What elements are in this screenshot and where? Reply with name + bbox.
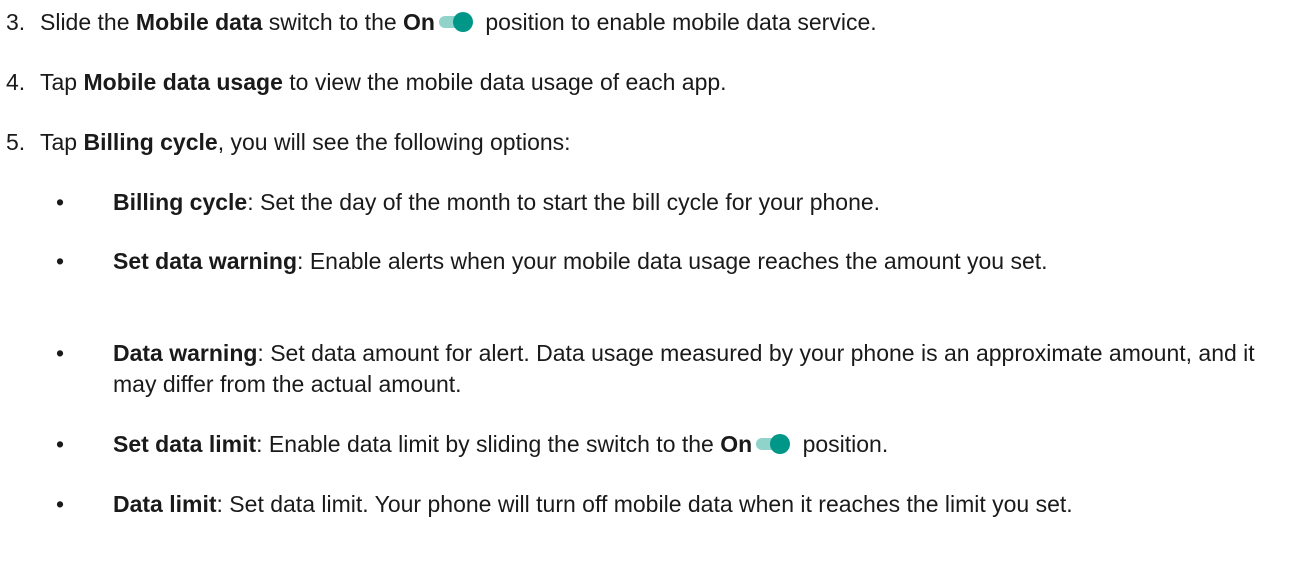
option-text: Data warning: Set data amount for alert.…: [113, 338, 1278, 400]
step-text-part: Tap: [40, 69, 84, 95]
option-item-data-limit: • Data limit: Set data limit. Your phone…: [56, 489, 1278, 520]
toggle-on-icon: [756, 433, 791, 455]
step-text-part: position to enable mobile data service.: [479, 9, 877, 35]
option-item-set-data-warning: • Set data warning: Enable alerts when y…: [56, 246, 1278, 277]
bullet-marker: •: [56, 491, 65, 517]
option-description: : Set the day of the month to start the …: [247, 189, 881, 215]
step-text: Tap Mobile data usage to view the mobile…: [40, 67, 727, 98]
step-number: 4.: [6, 69, 26, 95]
step-text-part: Tap: [40, 129, 84, 155]
step-bold-term: Mobile data usage: [83, 69, 283, 95]
step-bold-term: Mobile data: [135, 9, 263, 35]
option-item-set-data-limit: • Set data limit: Enable data limit by s…: [56, 429, 1278, 460]
step-number: 5.: [6, 129, 26, 155]
option-term: Data limit: [113, 491, 217, 517]
step-text: Slide the Mobile data switch to the On p…: [40, 7, 877, 38]
step-text-part: switch to the: [262, 9, 404, 35]
bullet-marker: •: [56, 340, 65, 366]
step-number: 3.: [6, 9, 26, 35]
toggle-thumb: [453, 12, 473, 32]
step-text-part: to view the mobile data usage of each ap…: [282, 69, 727, 95]
option-item-billing-cycle: • Billing cycle: Set the day of the mont…: [56, 187, 1278, 218]
bullet-marker: •: [56, 189, 65, 215]
step-text: Tap Billing cycle, you will see the foll…: [40, 127, 571, 158]
option-text: Set data limit: Enable data limit by sli…: [113, 429, 1278, 460]
bullet-marker: •: [56, 248, 65, 274]
option-text: Billing cycle: Set the day of the month …: [113, 187, 1278, 218]
option-term: Billing cycle: [113, 189, 248, 215]
option-term: Set data limit: [113, 431, 257, 457]
option-text: Data limit: Set data limit. Your phone w…: [113, 489, 1278, 520]
toggle-on-icon: [439, 11, 473, 33]
step-bold-term: On: [403, 9, 435, 35]
step-bold-term: Billing cycle: [83, 129, 218, 155]
option-bold-term: On: [720, 431, 753, 457]
option-description: : Enable data limit by sliding the switc…: [256, 431, 721, 457]
option-term: Data warning: [113, 340, 258, 366]
step-text-part: , you will see the following options:: [217, 129, 571, 155]
option-description: position.: [796, 431, 889, 457]
option-description: : Enable alerts when your mobile data us…: [297, 248, 1048, 274]
option-term: Set data warning: [113, 248, 298, 274]
bullet-marker: •: [56, 431, 65, 457]
option-description: : Set data amount for alert. Data usage …: [113, 340, 1255, 397]
option-description: : Set data limit. Your phone will turn o…: [216, 491, 1073, 517]
document-page: 3. Slide the Mobile data switch to the O…: [0, 0, 1292, 566]
option-item-data-warning: • Data warning: Set data amount for aler…: [56, 338, 1278, 400]
toggle-thumb: [770, 434, 791, 454]
step-text-part: Slide the: [40, 9, 136, 35]
option-text: Set data warning: Enable alerts when you…: [113, 246, 1278, 277]
